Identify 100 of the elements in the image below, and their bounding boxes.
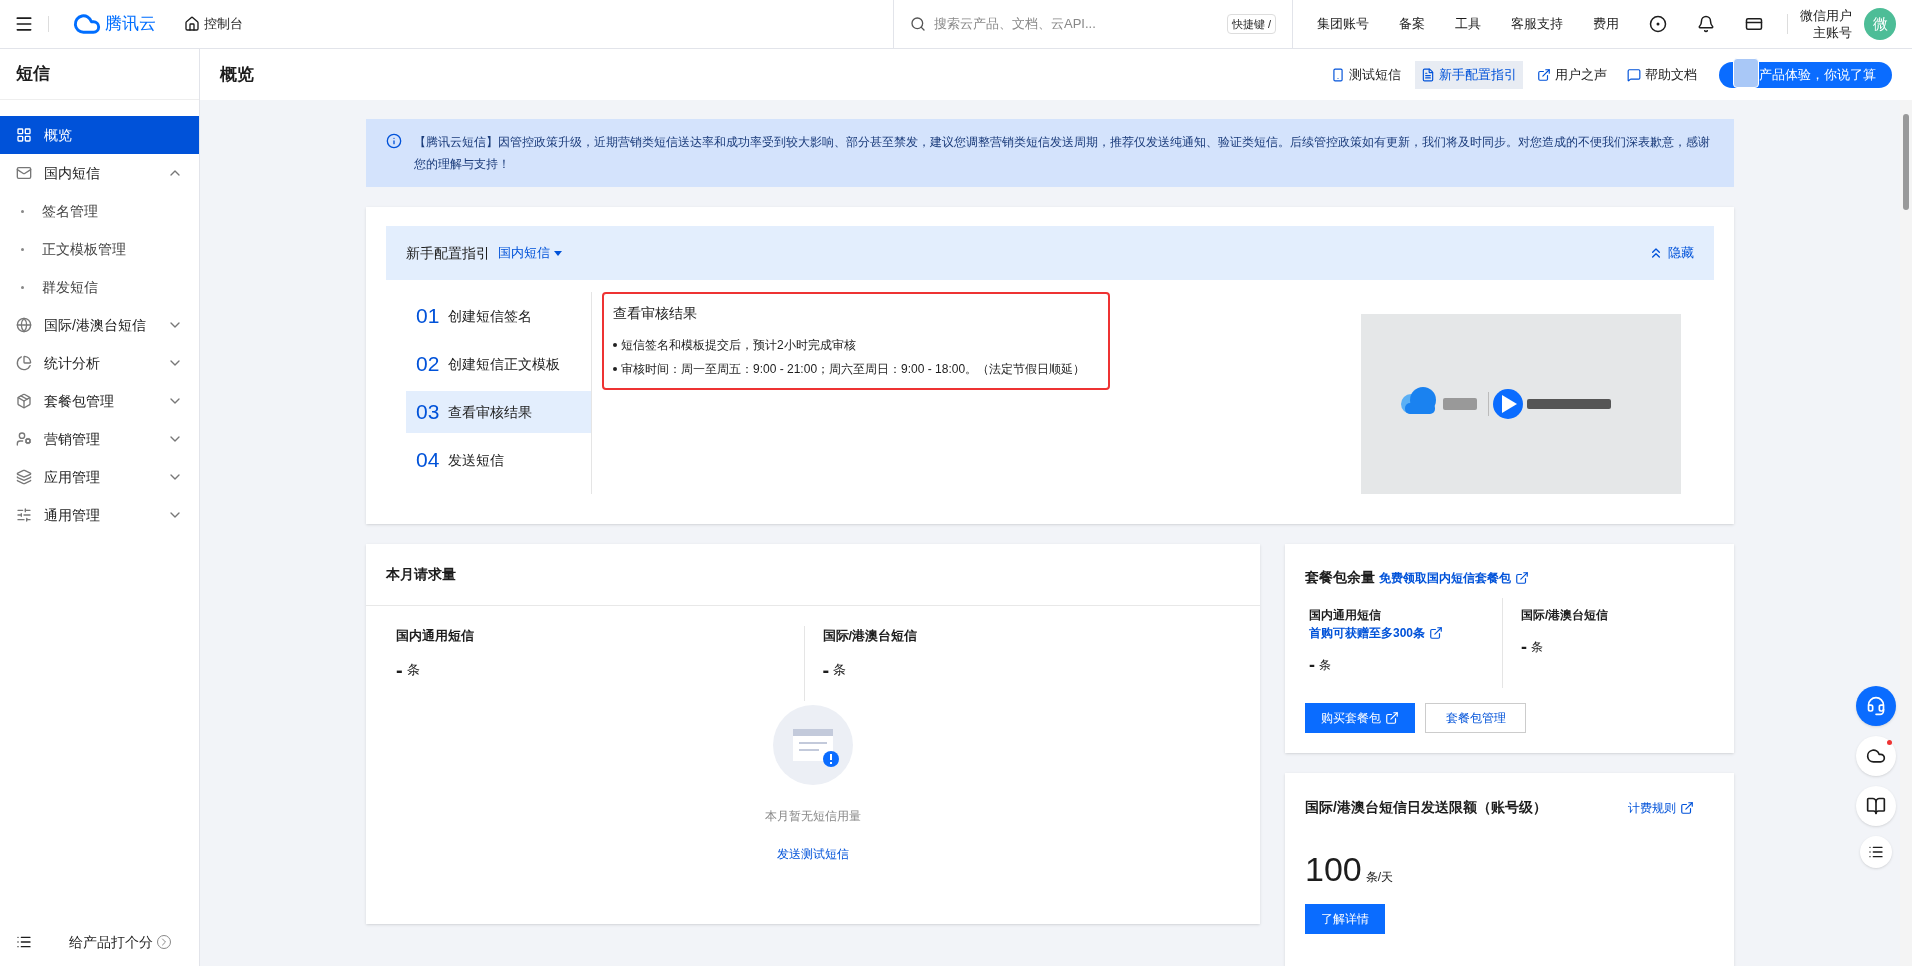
- nav-link[interactable]: 客服支持: [1511, 14, 1563, 34]
- sliders-icon: [16, 507, 32, 523]
- stat-unit: 条: [1531, 639, 1543, 656]
- shortcut-key: 快捷键 /: [1226, 13, 1276, 35]
- guide-step[interactable]: 03 查看审核结果: [406, 391, 591, 433]
- page-title: 概览: [220, 63, 255, 86]
- learn-more-button[interactable]: 了解详情: [1305, 904, 1385, 934]
- sidebar-item[interactable]: 通用管理: [0, 496, 199, 534]
- external-link-icon: [1385, 711, 1399, 725]
- empty-state-icon: [773, 705, 853, 785]
- info-icon: [386, 133, 402, 149]
- guide-step[interactable]: 02 创建短信正文模板: [406, 343, 591, 385]
- card-title: 本月请求量: [386, 565, 456, 584]
- stat-unit: 条: [833, 661, 847, 679]
- external-link-icon: [1680, 800, 1694, 815]
- stat-unit: 条: [1319, 657, 1331, 674]
- stat-label: 国际/港澳台短信: [1521, 607, 1610, 624]
- layers-icon: [16, 469, 32, 485]
- circle-icon[interactable]: [1649, 15, 1667, 33]
- nav-link[interactable]: 费用: [1593, 14, 1619, 34]
- guide-title: 新手配置指引: [406, 243, 490, 263]
- mail-icon: [16, 165, 32, 181]
- detail-title: 查看审核结果: [613, 304, 698, 323]
- docs-button[interactable]: [1856, 786, 1896, 826]
- sidebar-item[interactable]: 国内短信: [0, 154, 199, 192]
- card-title: 国际/港澳台短信日发送限额（账号级）: [1305, 798, 1548, 817]
- stat-unit: 条: [406, 661, 420, 679]
- buy-package-button[interactable]: 购买套餐包: [1305, 703, 1415, 733]
- stat-label: 国内通用短信: [396, 627, 475, 645]
- stat-label: 国内通用短信: [1309, 607, 1382, 624]
- console-link[interactable]: 控制台: [184, 14, 243, 34]
- cloud-icon: [1866, 746, 1886, 766]
- limit-unit: 条/天: [1365, 869, 1394, 886]
- external-link-icon: [1429, 626, 1444, 640]
- sidebar-item[interactable]: 营销管理: [0, 420, 199, 458]
- card-icon[interactable]: [1745, 15, 1763, 33]
- notification-icon[interactable]: [1697, 15, 1715, 33]
- sidebar-item[interactable]: 套餐包管理: [0, 382, 199, 420]
- header-action[interactable]: 用户之声: [1531, 60, 1613, 89]
- menu-icon: [14, 14, 34, 34]
- headset-icon: [1866, 696, 1886, 716]
- nav-link[interactable]: 集团账号: [1317, 14, 1369, 34]
- cloud-button[interactable]: [1856, 736, 1896, 776]
- account-type: 主账号: [1813, 24, 1852, 41]
- sidebar-item[interactable]: 概览: [0, 116, 199, 154]
- scrollbar[interactable]: [1900, 100, 1912, 966]
- product-dropdown[interactable]: 国内短信: [498, 243, 562, 263]
- stat-label: 国际/港澳台短信: [822, 627, 919, 645]
- sidebar-title: 短信: [16, 63, 50, 86]
- empty-text: 本月暂无短信用量: [765, 808, 861, 825]
- stat-value: -: [822, 659, 830, 680]
- guide-step[interactable]: 01 创建短信签名: [406, 295, 591, 337]
- detail-text: 短信签名和模板提交后，预计2小时完成审核: [621, 337, 856, 354]
- sidebar-item[interactable]: 应用管理: [0, 458, 199, 496]
- collapse-icon[interactable]: [16, 934, 32, 950]
- external-link-icon: [1537, 67, 1551, 82]
- search-icon: [910, 16, 926, 32]
- header-action[interactable]: 新手配置指引: [1415, 60, 1523, 89]
- stat-value: -: [1309, 656, 1315, 674]
- user-name[interactable]: 微信用户: [1800, 7, 1852, 24]
- home-icon: [184, 16, 200, 32]
- globe-icon: [16, 317, 32, 333]
- free-package-link[interactable]: 免费领取国内短信套餐包: [1379, 568, 1511, 587]
- card-title: 套餐包余量: [1305, 568, 1375, 587]
- detail-text: 审核时间：周一至周五：9:00 - 21:00；周六至周日：9:00 - 18:00。（法定节假日顺延）: [621, 361, 1086, 378]
- document-icon: [1421, 67, 1435, 82]
- promo-button[interactable]: 产品体验，你说了算: [1719, 61, 1892, 88]
- billing-rules-link[interactable]: 计费规则: [1628, 798, 1694, 817]
- stat-value: -: [1521, 638, 1527, 656]
- stat-value: -: [396, 659, 403, 680]
- user-icon: [16, 431, 32, 447]
- sidebar-item[interactable]: 统计分析: [0, 344, 199, 382]
- send-test-link[interactable]: 发送测试短信: [777, 845, 849, 863]
- package-icon: [16, 393, 32, 409]
- outline-button[interactable]: [1860, 836, 1892, 868]
- pie-chart-icon: [16, 355, 32, 371]
- header-action[interactable]: 帮助文档: [1621, 60, 1703, 89]
- message-icon: [1627, 67, 1641, 82]
- sidebar-subitem[interactable]: 正文模板管理: [0, 230, 199, 268]
- notice-text: 【腾讯云短信】因管控政策升级，近期营销类短信送达率和成功率受到较大影响、部分甚至禁发，建议您调整营销类短信发送周期，推荐仅发送纯通知、验证类短信。后续管控政策如有更新，我们将及时同步。对您造成的不便我们深表歉意，感谢您的理解与支持！: [414, 134, 1711, 173]
- sidebar-subitem[interactable]: 签名管理: [0, 192, 199, 230]
- guide-step[interactable]: 04 发送短信: [406, 439, 591, 481]
- phone-icon: [1331, 67, 1345, 82]
- external-link-icon: [1515, 570, 1529, 585]
- search-field[interactable]: 搜索云产品、文档、云API...: [934, 14, 1219, 34]
- rate-product-button[interactable]: 给产品打个分: [69, 931, 183, 953]
- header-action[interactable]: 测试短信: [1325, 60, 1407, 89]
- support-button[interactable]: [1856, 686, 1896, 726]
- nav-link[interactable]: 备案: [1399, 14, 1425, 34]
- sidebar-subitem[interactable]: 群发短信: [0, 268, 199, 306]
- manage-package-button[interactable]: 套餐包管理: [1425, 703, 1526, 733]
- limit-value: 100: [1305, 852, 1362, 886]
- brand-logo[interactable]: 腾讯云: [105, 11, 156, 37]
- nav-link[interactable]: 工具: [1455, 14, 1481, 34]
- sidebar-item[interactable]: 国际/港澳台短信: [0, 306, 199, 344]
- promo-link[interactable]: 首购可获赠至多300条: [1309, 624, 1426, 642]
- list-icon: [1868, 844, 1884, 860]
- grid-icon: [16, 127, 32, 143]
- book-icon: [1866, 796, 1886, 816]
- hide-button[interactable]: 隐藏: [1648, 243, 1694, 263]
